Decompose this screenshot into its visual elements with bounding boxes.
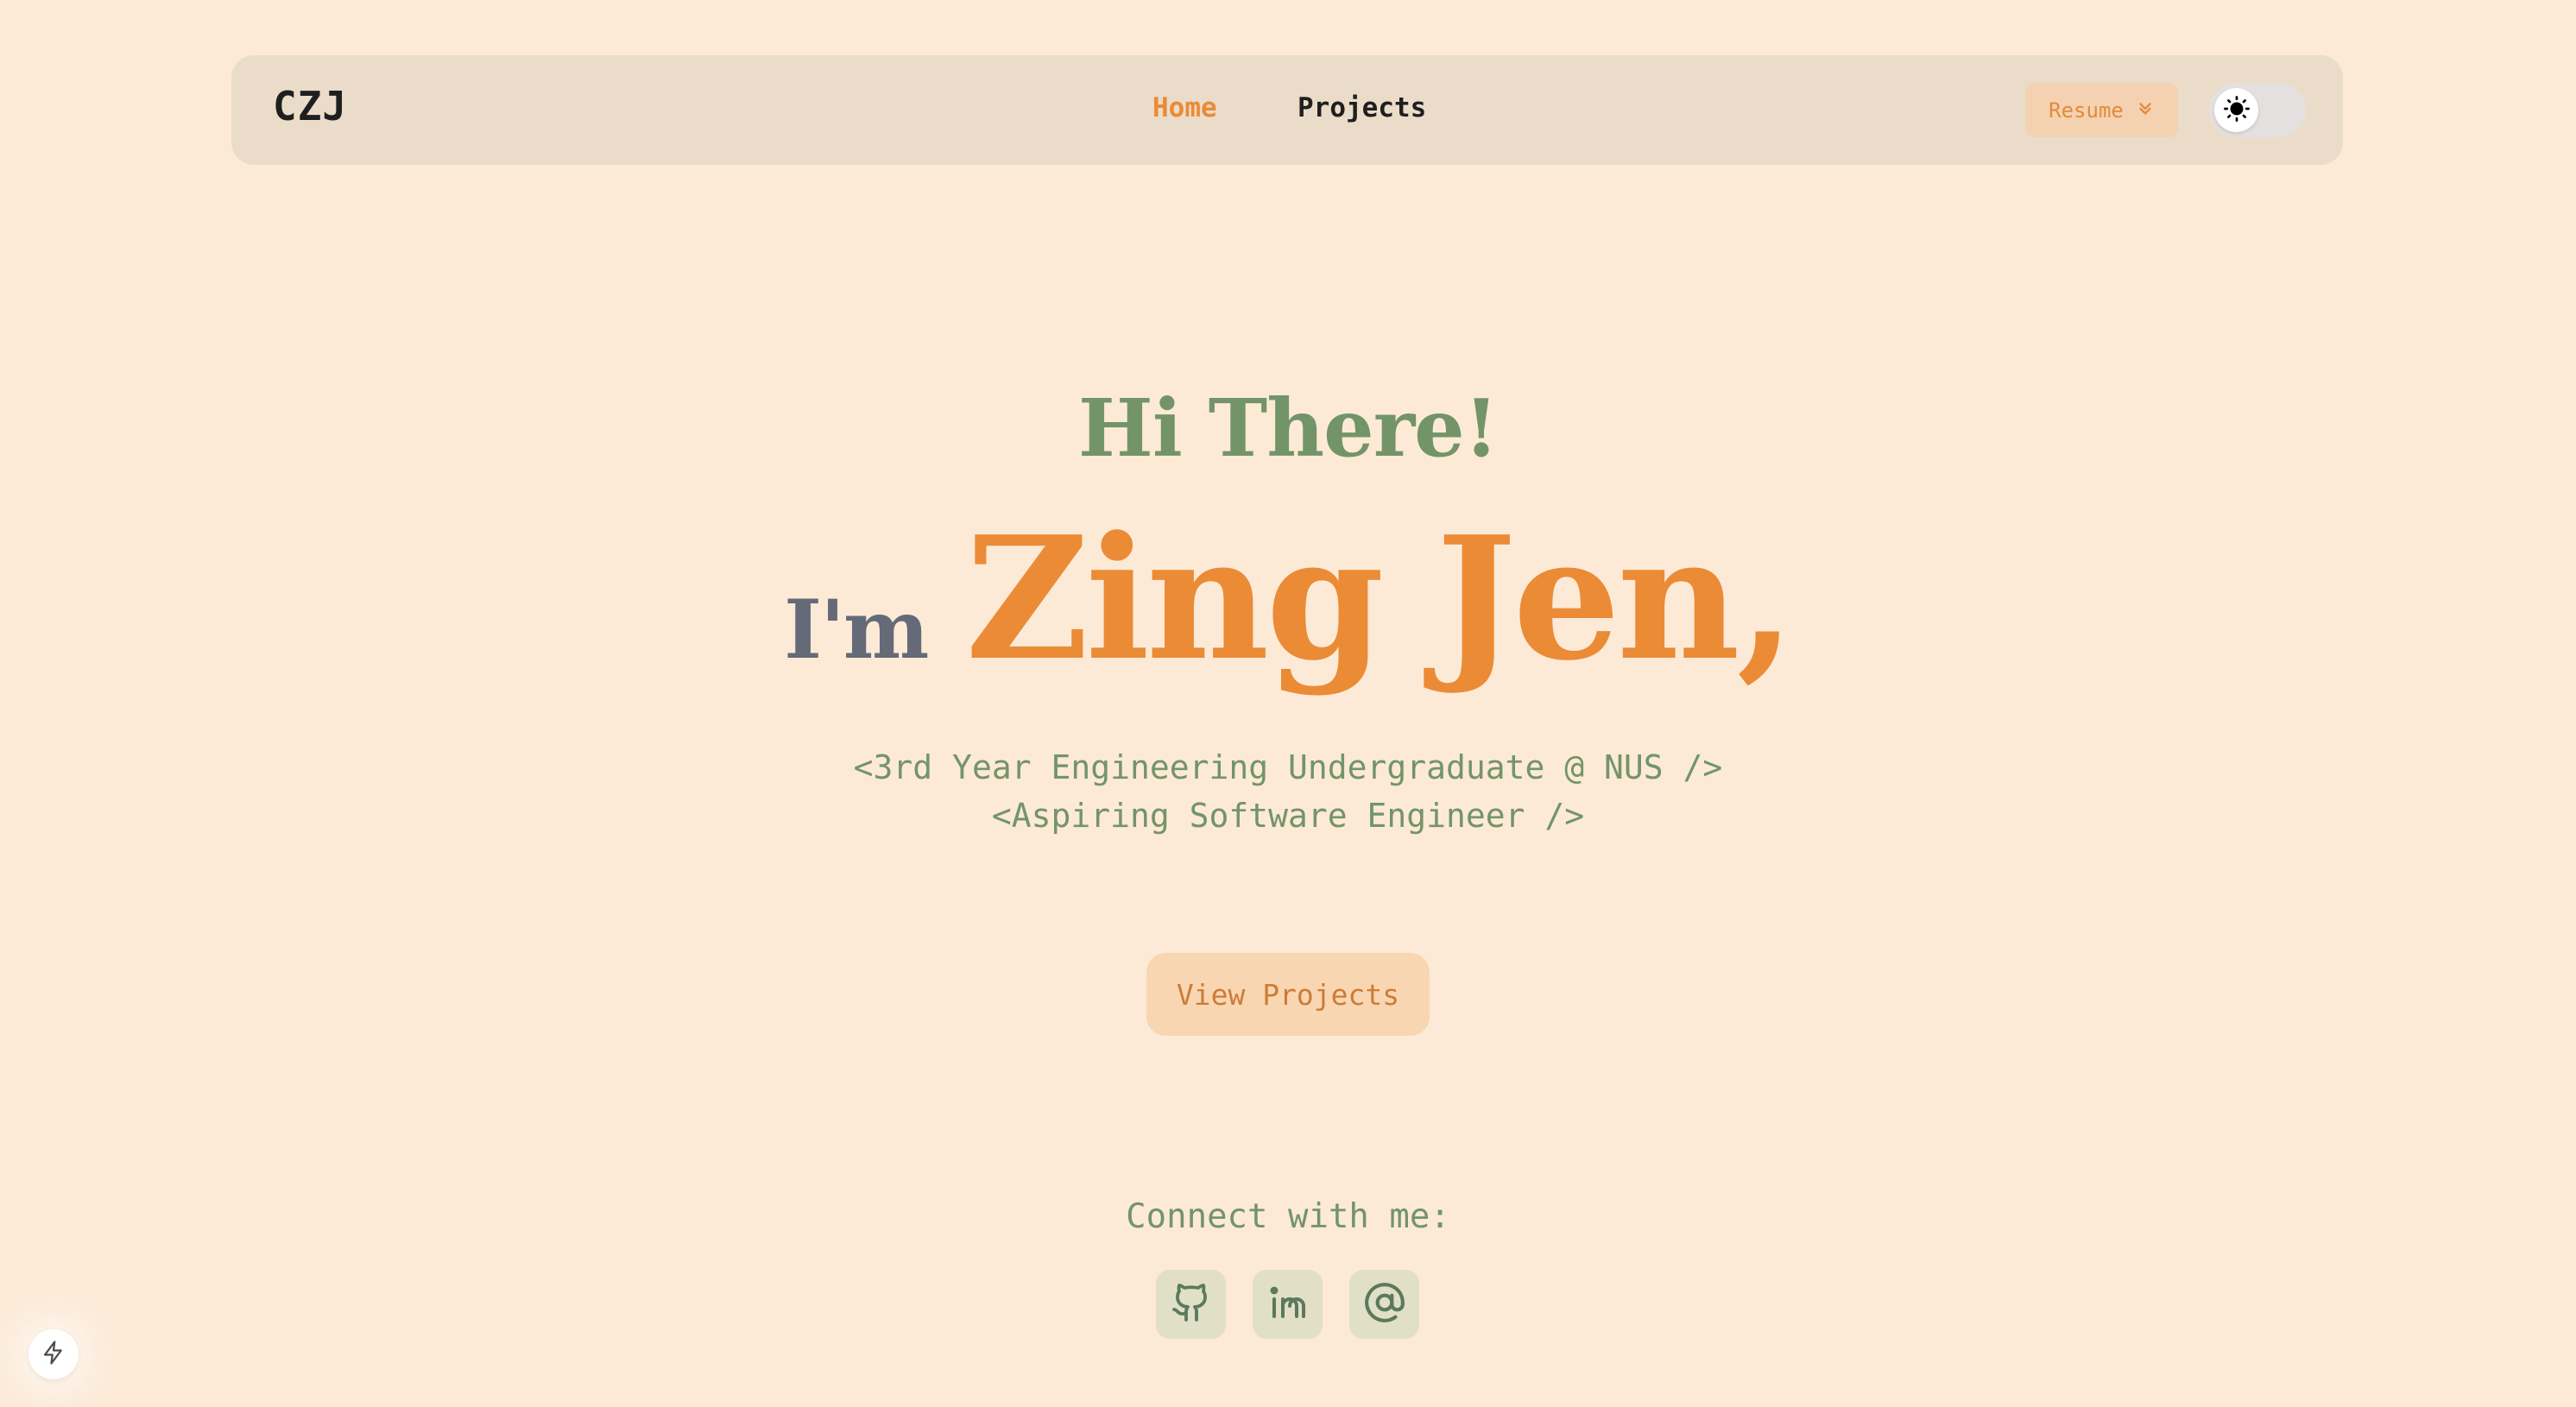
navbar: CZJ Home Projects Resume [231, 55, 2343, 165]
github-icon [1171, 1282, 1212, 1327]
subtitle-education: <3rd Year Engineering Undergraduate @ NU… [853, 748, 1723, 786]
site-logo[interactable]: CZJ [273, 83, 347, 129]
intro-line: I'm Zing Jen, [0, 514, 2576, 684]
nav-link-home[interactable]: Home [1152, 92, 1217, 123]
sun-icon [2223, 95, 2251, 126]
name-heading: Zing Jen, [965, 500, 1795, 698]
view-projects-button[interactable]: View Projects [1146, 953, 1430, 1036]
lightning-bolt-icon [41, 1340, 66, 1369]
github-link[interactable] [1156, 1270, 1226, 1339]
chevrons-down-icon [2136, 98, 2155, 123]
greeting-heading: Hi There! [1077, 382, 1499, 475]
email-link[interactable] [1349, 1270, 1419, 1339]
theme-toggle[interactable] [2209, 83, 2306, 137]
linkedin-icon [1267, 1282, 1309, 1327]
linkedin-link[interactable] [1253, 1270, 1323, 1339]
toggle-knob [2214, 88, 2258, 132]
im-label: I'm [784, 583, 929, 678]
corner-badge[interactable] [28, 1329, 79, 1379]
resume-button-label: Resume [2049, 98, 2124, 123]
email-at-icon [1363, 1281, 1406, 1328]
resume-dropdown-button[interactable]: Resume [2025, 83, 2178, 137]
nav-link-projects[interactable]: Projects [1297, 92, 1426, 123]
subtitle-aspiration: <Aspiring Software Engineer /> [991, 797, 1585, 835]
connect-label: Connect with me: [1126, 1197, 1450, 1236]
